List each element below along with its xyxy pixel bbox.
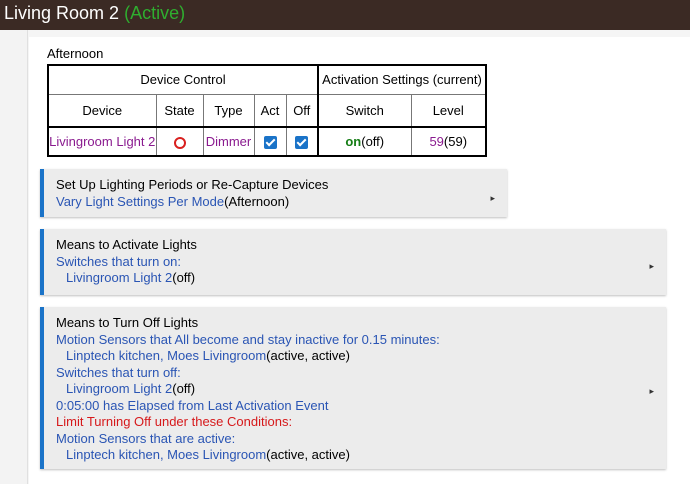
- mode-value: (Afternoon): [224, 193, 290, 209]
- expand-arrow-icon[interactable]: ▸: [649, 258, 654, 275]
- act-cell[interactable]: [253, 126, 287, 157]
- device-name[interactable]: Livingroom Light 2: [47, 126, 157, 157]
- switch-cell[interactable]: on(off): [317, 126, 412, 157]
- card-title: Means to Turn Off Lights: [56, 315, 199, 330]
- switch-on-value: on: [345, 134, 362, 149]
- device-table: Device Control Activation Settings (curr…: [47, 64, 487, 157]
- act-checkbox-icon[interactable]: [263, 136, 277, 150]
- title-bar: Living Room 2 (Active): [0, 0, 690, 30]
- state-cell[interactable]: [155, 126, 204, 157]
- page-title: Living Room 2 (Active): [4, 3, 185, 24]
- col-state: State: [155, 93, 204, 128]
- active-motion-devices: Linptech kitchen, Moes Livingroom: [66, 447, 267, 462]
- activate-lights-card[interactable]: Means to Activate Lights Switches that t…: [40, 229, 666, 295]
- lighting-periods-card[interactable]: Set Up Lighting Periods or Re-Capture De…: [40, 169, 507, 217]
- elapsed-time-label: 0:05:00 has Elapsed from Last Activation…: [56, 397, 329, 413]
- col-type: Type: [202, 93, 255, 128]
- switches-on-label: Switches that turn on:: [56, 253, 182, 269]
- motion-active-label: Motion Sensors that are active:: [56, 430, 236, 446]
- switch-on-device: Livingroom Light 2: [66, 270, 173, 285]
- activation-settings-header: Activation Settings (current): [317, 64, 487, 95]
- device-type: Dimmer: [202, 126, 255, 157]
- col-level: Level: [410, 93, 487, 128]
- device-control-header: Device Control: [47, 64, 319, 95]
- off-checkbox-icon[interactable]: [295, 136, 309, 150]
- level-cell[interactable]: 59(59): [410, 126, 487, 157]
- motion-device-states: (active, active): [266, 348, 350, 363]
- left-rail: [0, 30, 28, 484]
- limit-conditions-label: Limit Turning Off under these Conditions…: [56, 414, 293, 429]
- level-value: 59: [429, 134, 444, 149]
- app-title: Living Room 2: [4, 3, 120, 23]
- switch-off-device: Livingroom Light 2: [66, 381, 173, 396]
- card-title: Means to Activate Lights: [56, 237, 197, 252]
- red-circle-icon[interactable]: [173, 136, 186, 149]
- motion-inactive-label: Motion Sensors that All become and stay …: [56, 331, 440, 347]
- active-motion-device-states: (active, active): [266, 447, 350, 462]
- active-status: (Active): [124, 3, 186, 23]
- table-row: Livingroom Light 2 Dimmer on(off) 59(59): [47, 126, 487, 157]
- turn-off-lights-card[interactable]: Means to Turn Off Lights Motion Sensors …: [40, 307, 666, 469]
- switch-off-device-state: (off): [172, 381, 196, 396]
- motion-devices: Linptech kitchen, Moes Livingroom: [66, 348, 267, 363]
- expand-arrow-icon[interactable]: ▸: [649, 383, 654, 400]
- col-act: Act: [253, 93, 287, 128]
- switches-off-label: Switches that turn off:: [56, 364, 181, 380]
- expand-arrow-icon[interactable]: ▸: [490, 190, 495, 207]
- period-label: Afternoon: [47, 46, 104, 61]
- off-cell[interactable]: [285, 126, 319, 157]
- card-title: Set Up Lighting Periods or Re-Capture De…: [56, 177, 329, 192]
- level-current-value: (59): [443, 134, 468, 149]
- switch-on-device-state: (off): [172, 270, 196, 285]
- switch-current-value: (off): [361, 134, 385, 149]
- col-off: Off: [285, 93, 319, 128]
- col-switch: Switch: [317, 93, 412, 128]
- col-device: Device: [47, 93, 157, 128]
- vary-light-settings-link[interactable]: Vary Light Settings Per Mode: [56, 194, 224, 209]
